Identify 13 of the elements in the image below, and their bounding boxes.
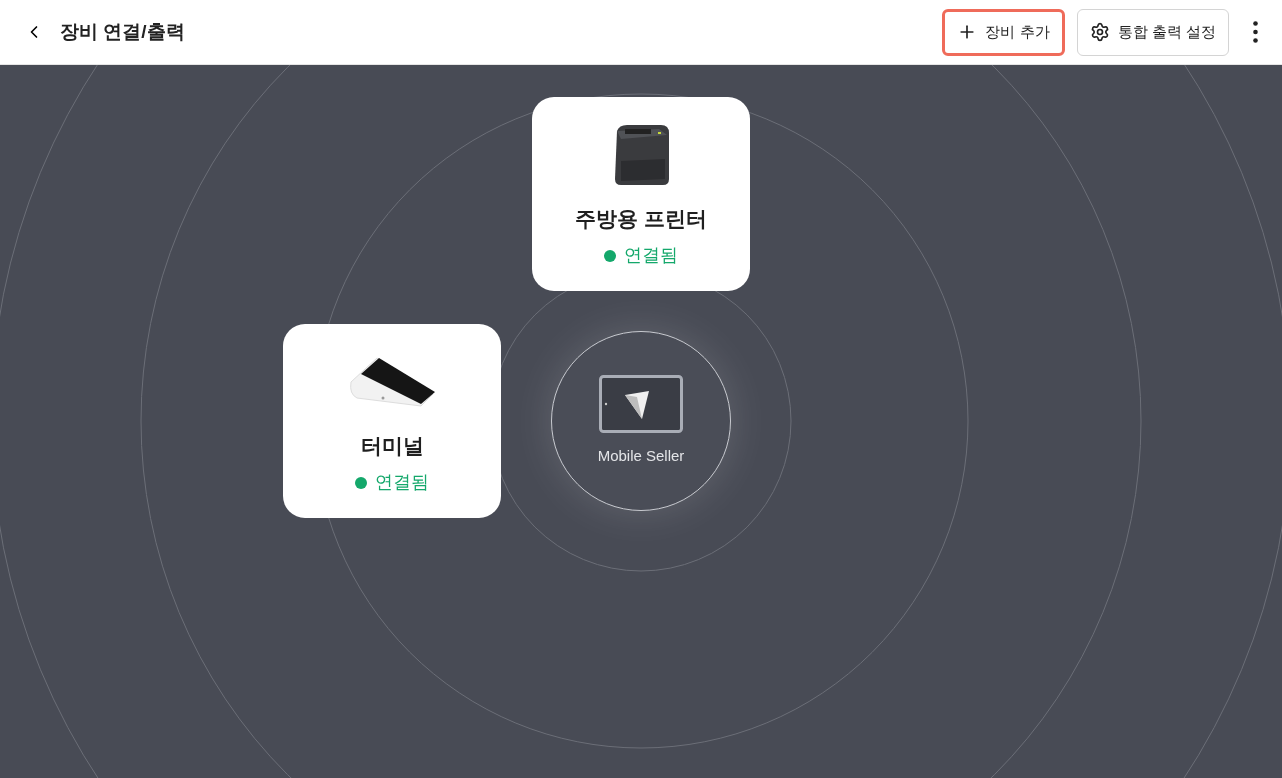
status-label: 연결됨 [375,471,429,495]
add-device-button[interactable]: 장비 추가 [942,8,1065,56]
status-label: 연결됨 [624,244,678,268]
settings-icon [1089,22,1110,42]
more-icon [1253,21,1258,43]
page-title: 장비 연결/출력 [60,19,185,44]
device-name: 터미널 [360,432,424,459]
hub-label: Mobile Seller [597,445,685,466]
print-settings-button[interactable]: 통합 출력 설정 [1076,8,1229,56]
device-name: 주방용 프린터 [575,205,707,232]
tablet-icon [599,374,683,433]
device-card[interactable]: 주방용 프린터 연결됨 [532,97,750,291]
device-card[interactable]: 터미널 연결됨 [283,324,501,518]
